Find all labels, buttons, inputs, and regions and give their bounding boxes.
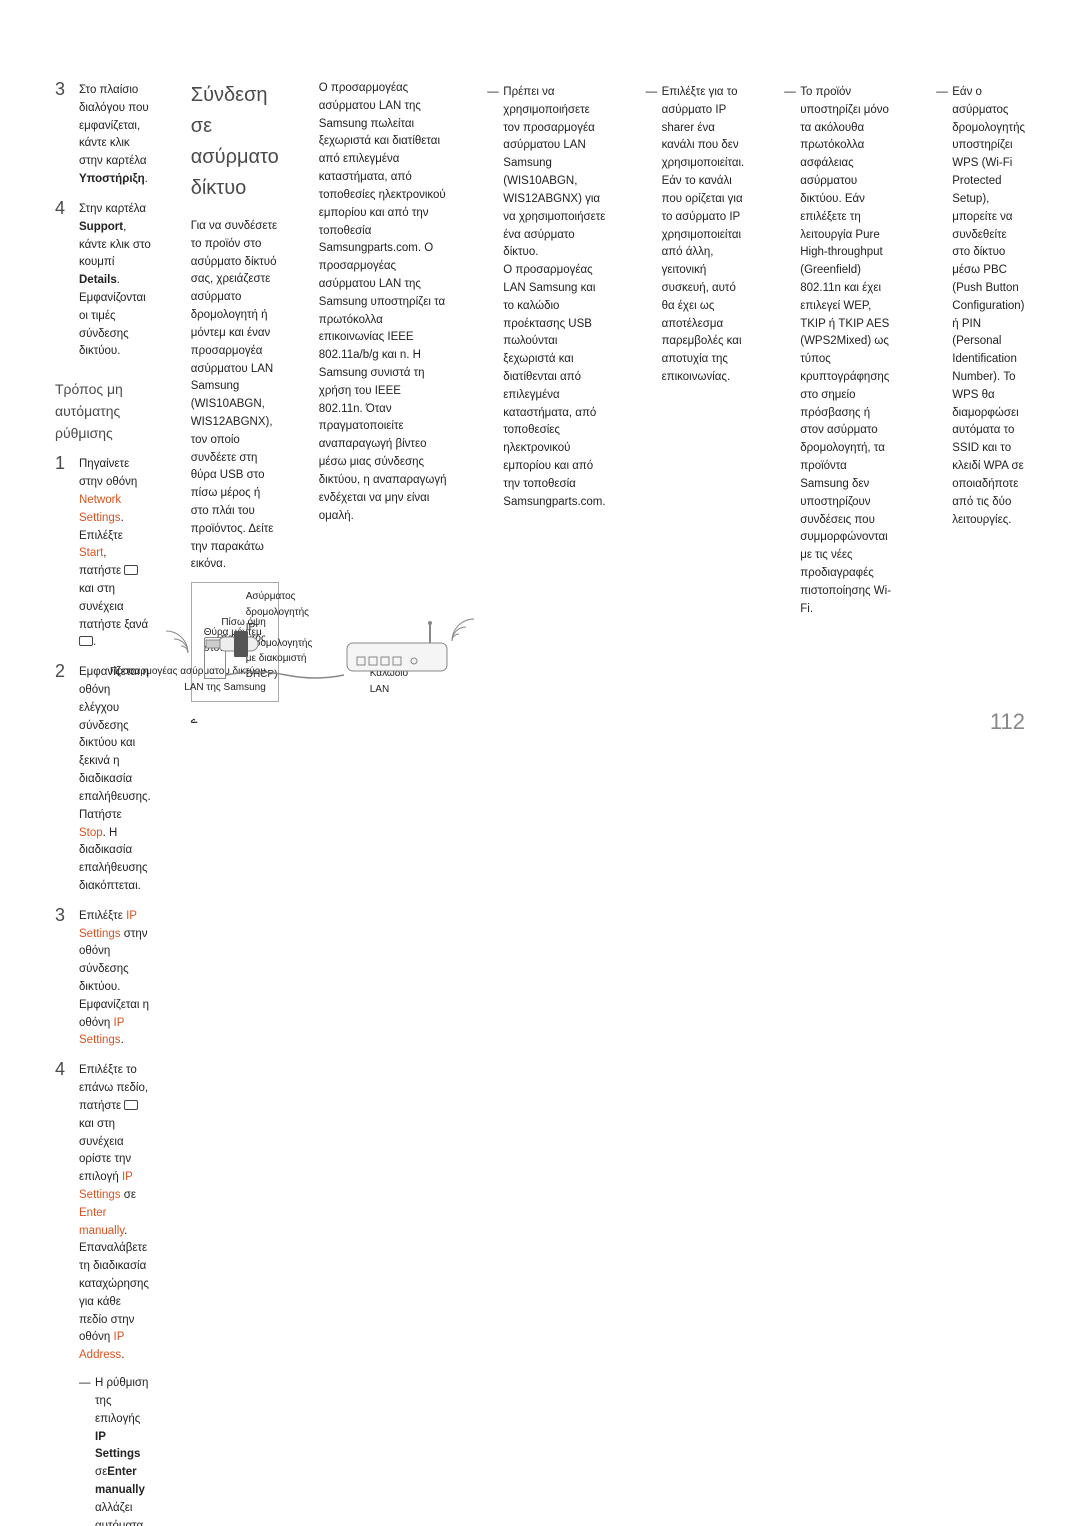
note-text: Πρέπει να χρησιμοποιήσετε τον προσαρμογέ…	[503, 84, 605, 1526]
manual-step-2: 2 Εμφανίζεται η οθόνη ελέγχου σύνδεσης δ…	[55, 662, 151, 896]
step-text: Πηγαίνετε στην οθόνη Network Settings. Ε…	[79, 454, 151, 652]
note-text: Εάν ο ασύρματος δρομολογητής υποστηρίζει…	[952, 84, 1025, 1526]
subheading-manual: Τρόπος μη αυτόματης ρύθμισης	[55, 379, 151, 444]
manual-step-4: 4 Επιλέξτε το επάνω πεδίο, πατήστε και σ…	[55, 1060, 151, 1365]
dash-icon: ―	[784, 84, 800, 1526]
note-1: ― Πρέπει να χρησιμοποιήσετε τον προσαρμο…	[487, 84, 605, 1526]
network-diagram: Ασύρματος δρομολογητής IP (δρομολογητής …	[191, 582, 279, 702]
note-text: Επιλέξτε για το ασύρματο IP sharer ένα κ…	[662, 84, 745, 1526]
dash-icon: ―	[79, 1375, 95, 1526]
step-number: 4	[55, 1060, 79, 1365]
step-number: 3	[55, 80, 79, 189]
page: 3 Στο πλαίσιο διαλόγου που εμφανίζεται, …	[0, 0, 1080, 1526]
lan-cable-icon	[226, 669, 344, 681]
enter-button-icon	[124, 565, 138, 575]
step-number: 3	[55, 906, 79, 1051]
note-ipsettings: ― Η ρύθμιση της επιλογής IP Settings σεE…	[79, 1375, 151, 1526]
dash-icon: ―	[487, 84, 503, 1526]
step-text: Εμφανίζεται η οθόνη ελέγχου σύνδεσης δικ…	[79, 662, 151, 896]
left-column: 3 Στο πλαίσιο διαλόγου που εμφανίζεται, …	[55, 80, 151, 1526]
step-number: 1	[55, 454, 79, 652]
step-number: 4	[55, 199, 79, 361]
product-back-icon	[234, 631, 248, 657]
note-4: ― Εάν ο ασύρματος δρομολογητής υποστηρίζ…	[936, 84, 1025, 1526]
intro-paragraph: Για να συνδέσετε το προϊόν στο ασύρματο …	[191, 218, 279, 574]
step-number: 2	[55, 662, 79, 896]
enter-button-icon	[124, 1100, 138, 1110]
wifi-waves-icon	[448, 615, 478, 645]
page-number: 112	[990, 705, 1025, 739]
enter-button-icon	[79, 636, 93, 646]
step-text: Στην καρτέλα Support, κάντε κλικ στο κου…	[79, 199, 151, 361]
right-column: Σύνδεση σε ασύρματο δίκτυο Για να συνδέσ…	[191, 80, 279, 1526]
step-text: Επιλέξτε το επάνω πεδίο, πατήστε και στη…	[79, 1060, 151, 1365]
dash-icon: ―	[936, 84, 952, 1526]
note-2: ― Επιλέξτε για το ασύρματο IP sharer ένα…	[646, 84, 745, 1526]
dash-icon: ―	[646, 84, 662, 1526]
note-text: Η ρύθμιση της επιλογής IP Settings σεEnt…	[95, 1375, 151, 1526]
step-text: Επιλέξτε IP Settings στην οθόνη σύνδεσης…	[79, 906, 151, 1051]
manual-step-1: 1 Πηγαίνετε στην οθόνη Network Settings.…	[55, 454, 151, 652]
paragraph-adapter: Ο προσαρμογέας ασύρματου LAN της Samsung…	[319, 80, 448, 1526]
note-text: Το προϊόν υποστηρίζει μόνο τα ακόλουθα π…	[800, 84, 896, 1526]
manual-step-3: 3 Επιλέξτε IP Settings στην οθόνη σύνδεσ…	[55, 906, 151, 1051]
router-icon	[342, 621, 452, 679]
section-title: Σύνδεση σε ασύρματο δίκτυο	[191, 80, 279, 204]
usb-adapter-icon	[196, 633, 266, 655]
step-4: 4 Στην καρτέλα Support, κάντε κλικ στο κ…	[55, 199, 151, 361]
step-3: 3 Στο πλαίσιο διαλόγου που εμφανίζεται, …	[55, 80, 151, 189]
step-text: Στο πλαίσιο διαλόγου που εμφανίζεται, κά…	[79, 80, 151, 189]
wifi-waves-icon	[162, 627, 192, 657]
note-3: ― Το προϊόν υποστηρίζει μόνο τα ακόλουθα…	[784, 84, 896, 1526]
